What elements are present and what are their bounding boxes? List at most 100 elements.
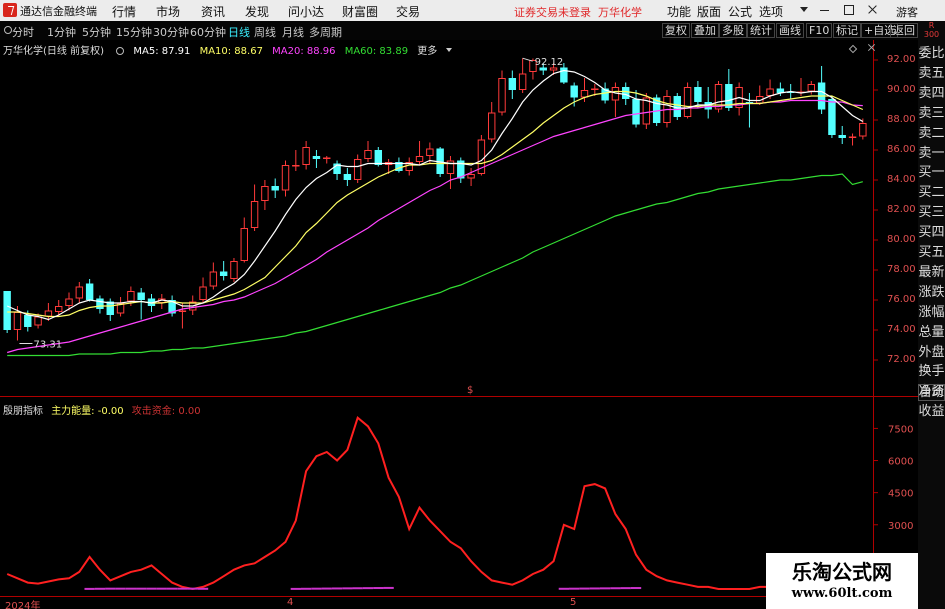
side-label-11[interactable]: 最新 bbox=[918, 264, 945, 281]
draw-line-button[interactable]: 画线 bbox=[776, 23, 804, 38]
candle-body-up bbox=[580, 90, 589, 98]
price-tick-label: 88.00 bbox=[887, 114, 916, 125]
date-axis: 2024年 4 5 bbox=[0, 597, 873, 609]
candle-body-down bbox=[673, 96, 681, 117]
candle-body-down bbox=[560, 67, 568, 83]
panel-expand-icon[interactable] bbox=[848, 44, 858, 54]
max-price-label: 92.12 bbox=[535, 57, 564, 68]
fuquan-button[interactable]: 复权 bbox=[662, 23, 690, 38]
r-badge[interactable]: R 300 bbox=[918, 21, 945, 40]
price-tick-label: 84.00 bbox=[887, 174, 916, 185]
dropdown-arrow-icon[interactable] bbox=[800, 7, 808, 12]
menu-shichang[interactable]: 市场 bbox=[156, 3, 180, 20]
overlay-button[interactable]: 叠加 bbox=[691, 23, 719, 38]
tab-5min[interactable]: 5分钟 bbox=[82, 24, 111, 40]
candle-body-down bbox=[219, 271, 228, 276]
auto-button[interactable]: 自动 bbox=[918, 384, 945, 401]
candle-body-up bbox=[261, 186, 269, 201]
tab-monthly[interactable]: 月线 bbox=[282, 24, 304, 40]
side-label-8[interactable]: 买三 bbox=[918, 204, 945, 221]
ma20-label: MA20: 88.96 bbox=[272, 46, 336, 57]
candle-body-down bbox=[343, 174, 352, 180]
side-label-3[interactable]: 卖三 bbox=[918, 105, 945, 122]
tab-daily[interactable]: 日线 bbox=[228, 24, 250, 40]
multi-stock-button[interactable]: 多股 bbox=[719, 23, 747, 38]
candle-body-up bbox=[34, 316, 42, 326]
price-tick-label: 92.00 bbox=[887, 54, 916, 65]
menu-xuanxiang[interactable]: 选项 bbox=[759, 3, 783, 20]
tab-30min[interactable]: 30分钟 bbox=[153, 24, 189, 40]
side-label-9[interactable]: 买四 bbox=[918, 224, 945, 241]
indicator-tick-label: 6000 bbox=[888, 457, 913, 468]
candle-body-up bbox=[766, 88, 774, 96]
side-label-16[interactable]: 换手 bbox=[918, 363, 945, 380]
candle-body-down bbox=[3, 291, 11, 330]
side-label-18[interactable]: 收益 bbox=[918, 403, 945, 420]
tab-15min[interactable]: 15分钟 bbox=[116, 24, 152, 40]
side-label-7[interactable]: 买二 bbox=[918, 184, 945, 201]
f10-button[interactable]: F10 bbox=[806, 23, 833, 38]
close-icon[interactable] bbox=[866, 3, 879, 16]
side-label-14[interactable]: 总量 bbox=[918, 324, 945, 341]
candle-body-up bbox=[13, 312, 22, 330]
tab-weekly[interactable]: 周线 bbox=[254, 24, 276, 40]
side-label-4[interactable]: 卖二 bbox=[918, 125, 945, 142]
mark-button[interactable]: 标记 bbox=[833, 23, 861, 38]
candle-body-up bbox=[65, 298, 73, 306]
side-label-6[interactable]: 买一 bbox=[918, 164, 945, 181]
tab-1min[interactable]: 1分钟 bbox=[47, 24, 76, 40]
login-status[interactable]: 证券交易未登录 万华化学 bbox=[514, 4, 642, 20]
side-label-1[interactable]: 卖五 bbox=[918, 65, 945, 82]
tab-fenshi[interactable]: 分时 bbox=[12, 24, 34, 40]
candle-body-down bbox=[24, 315, 32, 327]
candle-body-up bbox=[240, 228, 248, 261]
tab-60min[interactable]: 60分钟 bbox=[190, 24, 226, 40]
price-tick-label: 74.00 bbox=[887, 324, 916, 335]
candle-body-up bbox=[467, 174, 475, 179]
menu-hangqing[interactable]: 行情 bbox=[112, 3, 136, 20]
min-price-label: 73.31 bbox=[33, 340, 62, 351]
candle-body-down bbox=[96, 298, 104, 309]
login-status-text: 证券交易未登录 bbox=[514, 6, 591, 19]
side-label-0[interactable]: 委比 bbox=[918, 45, 945, 62]
back-button[interactable]: 返回 bbox=[890, 23, 918, 38]
menu-bar: 通达信金融终端 行情 市场 资讯 发现 问小达 财富圈 交易 证券交易未登录 万… bbox=[0, 0, 945, 21]
candle-body-up bbox=[807, 84, 816, 92]
candle-body-down bbox=[828, 99, 836, 135]
candle-body-up bbox=[415, 156, 424, 162]
menu-faxian[interactable]: 发现 bbox=[245, 3, 269, 20]
menu-banmian[interactable]: 版面 bbox=[697, 3, 721, 20]
side-label-15[interactable]: 外盘 bbox=[918, 344, 945, 361]
indicator-title[interactable]: 殷朋指标 bbox=[3, 406, 43, 417]
menu-gongshi[interactable]: 公式 bbox=[728, 3, 752, 20]
menu-wenxiaoda[interactable]: 问小达 bbox=[288, 3, 324, 20]
menu-zixun[interactable]: 资讯 bbox=[201, 3, 225, 20]
price-tick-label: 90.00 bbox=[887, 84, 916, 95]
tab-multi-period[interactable]: 多周期 bbox=[309, 24, 342, 40]
stats-button[interactable]: 统计 bbox=[747, 23, 775, 38]
guest-label[interactable]: 游客 bbox=[896, 4, 918, 20]
candle-body-up bbox=[353, 159, 362, 180]
stock-name-header: 万华化学 bbox=[598, 6, 642, 19]
more-button[interactable]: 更多 bbox=[417, 46, 437, 57]
kline-chart[interactable]: 92.12 73.31 $ bbox=[0, 40, 918, 397]
candle-body-up bbox=[591, 88, 599, 90]
r-badge-bottom: 300 bbox=[923, 30, 940, 39]
maximize-icon[interactable] bbox=[842, 3, 855, 16]
menu-jiaoyi[interactable]: 交易 bbox=[396, 3, 420, 20]
side-label-10[interactable]: 买五 bbox=[918, 244, 945, 261]
side-label-12[interactable]: 涨跌 bbox=[918, 284, 945, 301]
price-tick-label: 78.00 bbox=[887, 264, 916, 275]
indicator-tick-label: 3000 bbox=[888, 521, 913, 532]
menu-caifuquan[interactable]: 财富圈 bbox=[342, 3, 378, 20]
more-arrow-icon[interactable] bbox=[446, 48, 453, 52]
side-label-2[interactable]: 卖四 bbox=[918, 85, 945, 102]
side-label-5[interactable]: 卖一 bbox=[918, 145, 945, 162]
candle-body-up bbox=[250, 201, 259, 228]
minimize-icon[interactable] bbox=[818, 3, 831, 16]
r-badge-top: R bbox=[928, 21, 935, 30]
menu-gongneng[interactable]: 功能 bbox=[667, 3, 691, 20]
period-tab-bar: 分时 1分钟 5分钟 15分钟 30分钟 60分钟 日线 周线 月线 多周期 复… bbox=[0, 21, 945, 40]
settings-gear-icon[interactable] bbox=[116, 47, 125, 55]
side-label-13[interactable]: 涨幅 bbox=[918, 304, 945, 321]
